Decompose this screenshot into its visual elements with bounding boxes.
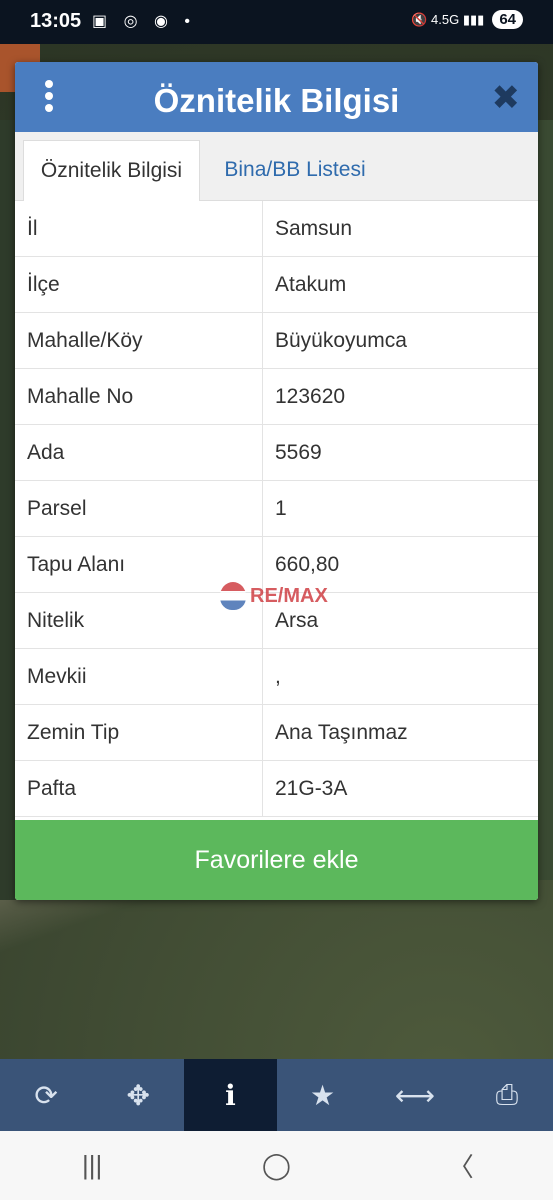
- attr-value: 1: [262, 480, 538, 537]
- signal-icons: 🔇 4.5G ▮▮▮: [411, 11, 485, 27]
- table-row: Zemin Tip Ana Taşınmaz: [15, 704, 538, 761]
- table-row: Parsel 1: [15, 480, 538, 537]
- attr-value: Atakum: [262, 256, 538, 313]
- info-icon[interactable]: i: [184, 1059, 277, 1131]
- attr-key: Ada: [15, 424, 263, 481]
- attr-key: Zemin Tip: [15, 704, 263, 761]
- attr-value: Ana Taşınmaz: [262, 704, 538, 761]
- table-row: İl Samsun: [15, 201, 538, 257]
- android-nav-bar: ||| ◯ 〈: [0, 1131, 553, 1200]
- add-favorite-button[interactable]: Favorilere ekle: [15, 820, 538, 900]
- locate-icon[interactable]: ✥: [92, 1059, 184, 1131]
- refresh-icon[interactable]: ⟳: [0, 1059, 92, 1131]
- attr-value: Büyükoyumca: [262, 312, 538, 369]
- status-right: 🔇 4.5G ▮▮▮ 64: [411, 10, 523, 29]
- remax-watermark: RE/MAX: [220, 582, 328, 610]
- attr-key: Mahalle/Köy: [15, 312, 263, 369]
- table-row: Pafta 21G-3A: [15, 760, 538, 817]
- back-icon[interactable]: 〈: [421, 1147, 501, 1184]
- attr-value: 5569: [262, 424, 538, 481]
- watermark-text: RE/MAX: [250, 584, 328, 607]
- table-row: Mevkii,: [15, 648, 538, 705]
- attr-value: 21G-3A: [262, 760, 538, 817]
- close-icon[interactable]: ✖: [492, 78, 521, 118]
- attr-key: Pafta: [15, 760, 263, 817]
- tab-attribute-info[interactable]: Öznitelik Bilgisi: [23, 140, 200, 201]
- bottom-toolbar: ⟳ ✥ i ★ ⟷ ⎙: [0, 1059, 553, 1131]
- attr-value: ,: [262, 648, 538, 705]
- attr-key: İl: [15, 201, 263, 257]
- table-row: İlçe Atakum: [15, 256, 538, 313]
- balloon-logo-icon: [220, 582, 246, 610]
- measure-icon[interactable]: ⟷: [369, 1059, 461, 1131]
- attr-value: Samsun: [262, 201, 538, 257]
- status-bar: 13:05 ▣ ◎ ◉ • 🔇 4.5G ▮▮▮ 64: [0, 0, 553, 44]
- print-icon[interactable]: ⎙: [461, 1059, 553, 1131]
- star-icon[interactable]: ★: [277, 1059, 369, 1131]
- attr-key: Parsel: [15, 480, 263, 537]
- home-icon[interactable]: ◯: [236, 1150, 316, 1181]
- notification-icons: ▣ ◎ ◉ •: [92, 13, 196, 30]
- attribute-dialog: Öznitelik Bilgisi ✖ Öznitelik Bilgisi Bi…: [15, 62, 538, 900]
- attribute-table: İl Samsun İlçe Atakum Mahalle/Köy Büyükoyum…: [15, 201, 538, 817]
- table-row: Mahalle/Köy Büyükoyumca: [15, 312, 538, 369]
- tab-bar: Öznitelik Bilgisi Bina/BB Listesi: [15, 132, 538, 201]
- map-edge-left: [0, 120, 16, 900]
- table-row: Ada 5569: [15, 424, 538, 481]
- attr-key: Mevkii: [15, 648, 263, 705]
- status-time: 13:05: [30, 10, 82, 32]
- attr-key: Mahalle No: [15, 368, 263, 425]
- battery-icon: 64: [492, 10, 523, 29]
- dialog-header: Öznitelik Bilgisi ✖: [15, 62, 538, 132]
- attr-value: 123620: [262, 368, 538, 425]
- table-row: Mahalle No 123620: [15, 368, 538, 425]
- recents-icon[interactable]: |||: [52, 1150, 132, 1181]
- dialog-title: Öznitelik Bilgisi: [153, 82, 400, 119]
- attr-key: İlçe: [15, 256, 263, 313]
- tab-building-list[interactable]: Bina/BB Listesi: [215, 140, 375, 200]
